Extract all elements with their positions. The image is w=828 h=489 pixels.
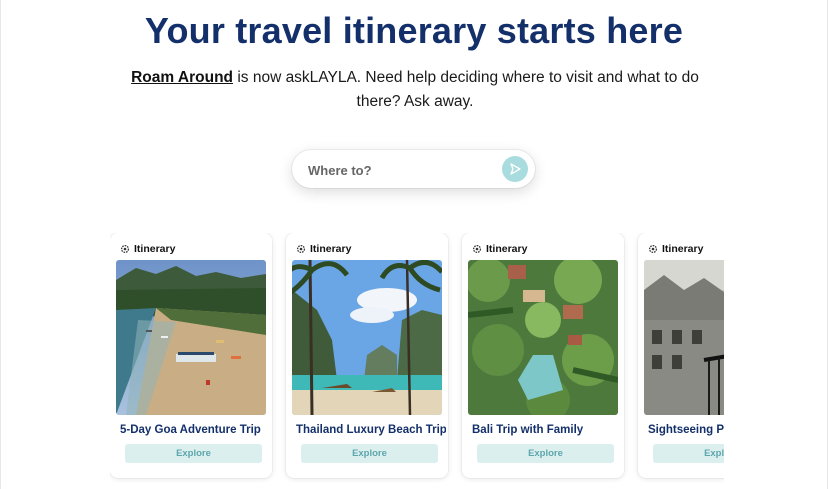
send-button[interactable] [502,156,528,182]
explore-button[interactable]: Explore [125,444,262,463]
itinerary-card[interactable]: Itinerary Bali Trip with Family Explore [462,233,624,478]
thailand-beach-photo [292,260,442,415]
send-icon [510,163,521,175]
gear-icon [120,244,130,254]
roam-around-link[interactable]: Roam Around [131,69,233,86]
page-title: Your travel itinerary starts here [144,10,684,51]
itinerary-card[interactable]: Itinerary 5-Day Goa Adventure Trip Explo… [110,233,272,478]
card-tag-label: Itinerary [310,243,352,255]
gear-icon [648,244,658,254]
city-balcony-photo [644,260,724,415]
search-bar [292,150,535,188]
card-title: Thailand Luxury Beach Trip [296,424,446,436]
card-title: Bali Trip with Family [472,424,584,436]
card-tag: Itinerary [120,242,175,256]
frame-border-left [0,0,1,489]
gear-icon [296,244,306,254]
hero-subtitle: Roam Around is now askLAYLA. Need help d… [110,66,720,114]
explore-button[interactable]: Explore [477,444,614,463]
card-tag: Itinerary [648,242,703,256]
card-title: 5-Day Goa Adventure Trip [120,424,261,436]
itinerary-carousel: Itinerary 5-Day Goa Adventure Trip Explo… [110,233,724,483]
search-input[interactable] [306,159,490,181]
card-tag-label: Itinerary [134,243,176,255]
card-tag-label: Itinerary [486,243,528,255]
card-title: Sightseeing P [648,424,724,436]
card-tag: Itinerary [472,242,527,256]
gear-icon [472,244,482,254]
explore-button[interactable]: Explore [653,444,724,463]
itinerary-card[interactable]: Itinerary Sightseeing P Explore [638,233,724,478]
bali-resort-photo [468,260,618,415]
card-tag: Itinerary [296,242,351,256]
card-tag-label: Itinerary [662,243,704,255]
itinerary-card[interactable]: Itinerary Thailand Luxury Beach Trip Exp… [286,233,448,478]
explore-button[interactable]: Explore [301,444,438,463]
subtitle-text: is now askLAYLA. Need help deciding wher… [233,69,699,110]
goa-beach-photo [116,260,266,415]
